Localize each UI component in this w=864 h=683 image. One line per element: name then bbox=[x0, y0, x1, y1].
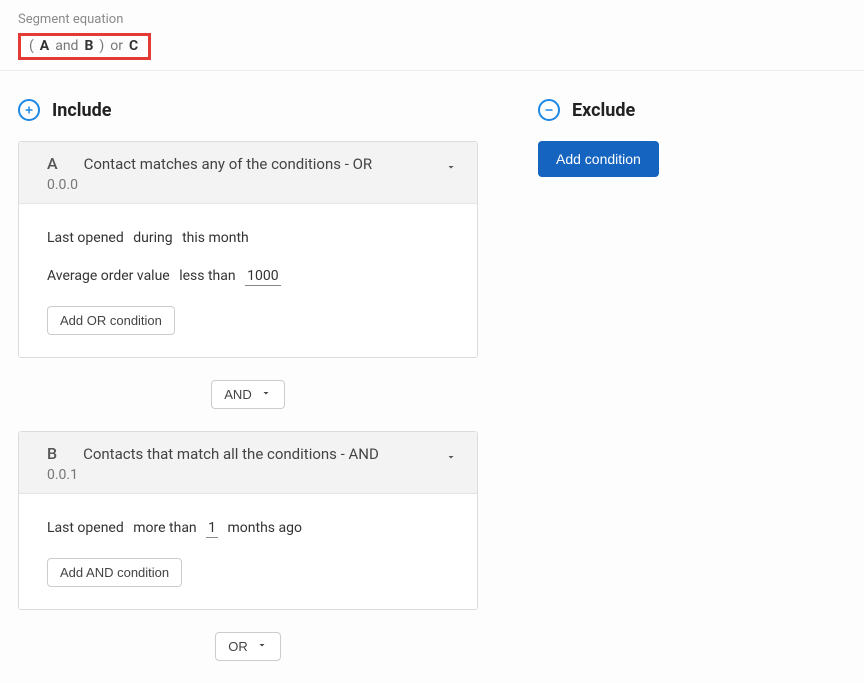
group-b-letter: B bbox=[47, 444, 57, 463]
add-or-condition-button[interactable]: Add OR condition bbox=[47, 306, 175, 335]
group-a-header[interactable]: A Contact matches any of the conditions … bbox=[19, 142, 477, 204]
equation-and: and bbox=[55, 38, 78, 54]
connector-label: OR bbox=[228, 639, 248, 654]
condition-value: 1 bbox=[206, 520, 218, 538]
exclude-title-row: Exclude bbox=[538, 99, 818, 121]
minus-icon bbox=[538, 99, 560, 121]
exclude-column: Exclude Add condition bbox=[538, 99, 818, 683]
include-column: Include A Contact matches any of the con… bbox=[18, 99, 478, 683]
segment-equation-header: Segment equation ( A and B ) or C bbox=[0, 0, 864, 71]
equation-rparen: ) bbox=[99, 38, 104, 54]
chevron-down-icon[interactable] bbox=[445, 158, 457, 177]
group-b-match-text: Contacts that match all the conditions -… bbox=[83, 445, 379, 463]
condition-suffix: months ago bbox=[228, 520, 302, 536]
condition-row[interactable]: Last opened more than 1 months ago bbox=[47, 520, 449, 536]
group-a-match-text: Contact matches any of the conditions - … bbox=[84, 155, 373, 173]
condition-operator: during bbox=[133, 230, 172, 246]
equation-letter-c: C bbox=[129, 38, 138, 54]
include-title-row: Include bbox=[18, 99, 478, 121]
group-b-version: 0.0.1 bbox=[47, 467, 449, 483]
group-a-letter: A bbox=[47, 154, 58, 173]
plus-icon bbox=[18, 99, 40, 121]
connector-label: AND bbox=[224, 387, 251, 402]
add-condition-exclude-button[interactable]: Add condition bbox=[538, 141, 659, 177]
condition-row[interactable]: Average order value less than 1000 bbox=[47, 268, 449, 284]
connector-and-dropdown[interactable]: AND bbox=[211, 380, 284, 409]
segment-equation-label: Segment equation bbox=[18, 12, 846, 27]
chevron-down-icon[interactable] bbox=[445, 448, 457, 467]
condition-field: Last opened bbox=[47, 230, 124, 246]
chevron-down-icon bbox=[260, 387, 272, 402]
condition-row[interactable]: Last opened during this month bbox=[47, 230, 449, 246]
condition-group-b: B Contacts that match all the conditions… bbox=[18, 431, 478, 610]
equation-letter-b: B bbox=[84, 38, 93, 54]
group-a-version: 0.0.0 bbox=[47, 177, 449, 193]
equation-or: or bbox=[110, 38, 123, 54]
condition-operator: less than bbox=[179, 268, 235, 284]
include-title: Include bbox=[52, 100, 111, 121]
condition-group-a: A Contact matches any of the conditions … bbox=[18, 141, 478, 358]
condition-field: Last opened bbox=[47, 520, 124, 536]
condition-field: Average order value bbox=[47, 268, 170, 284]
condition-value: 1000 bbox=[245, 268, 280, 286]
group-b-header[interactable]: B Contacts that match all the conditions… bbox=[19, 432, 477, 494]
segment-equation-box: ( A and B ) or C bbox=[18, 33, 151, 60]
equation-lparen: ( bbox=[29, 38, 34, 54]
exclude-title: Exclude bbox=[572, 100, 635, 121]
connector-or-dropdown[interactable]: OR bbox=[215, 632, 281, 661]
condition-operator: more than bbox=[133, 520, 196, 536]
condition-value: this month bbox=[182, 230, 249, 246]
add-and-condition-button[interactable]: Add AND condition bbox=[47, 558, 182, 587]
equation-letter-a: A bbox=[40, 38, 49, 54]
chevron-down-icon bbox=[256, 639, 268, 654]
